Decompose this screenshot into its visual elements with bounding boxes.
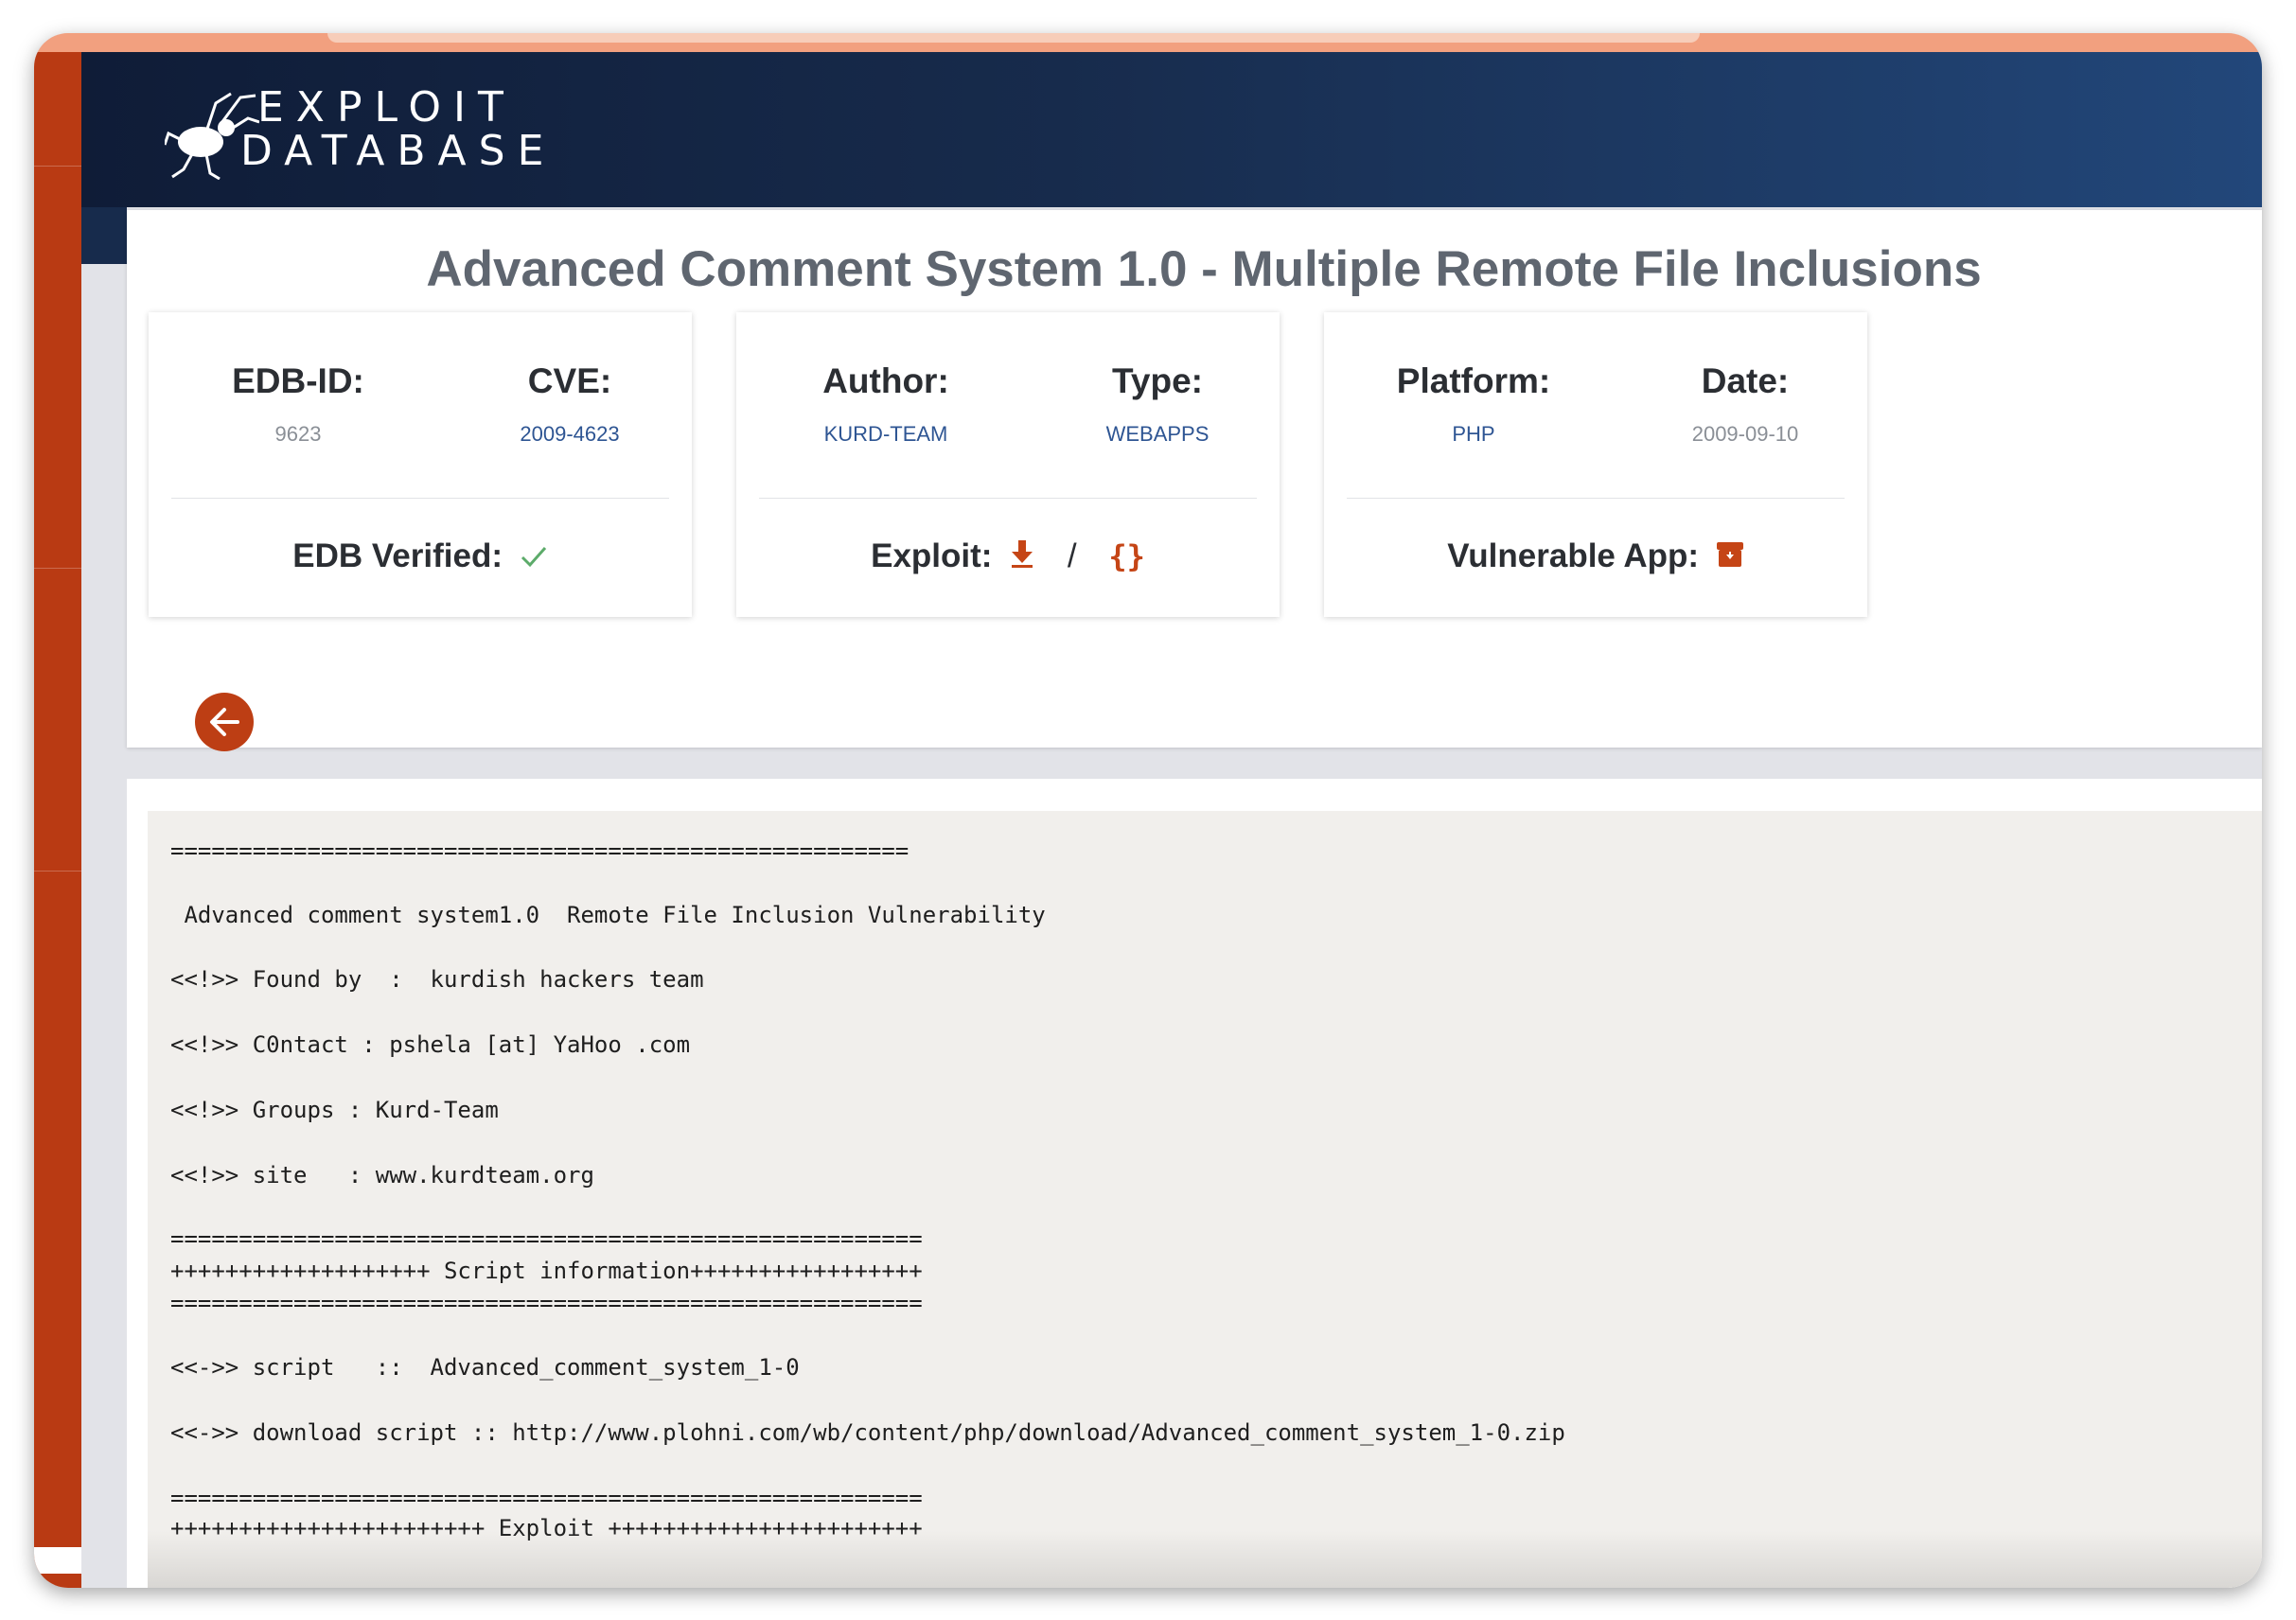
site-header: EXPLOIT DATABASE: [81, 52, 2262, 207]
author-label: Author:: [822, 361, 949, 400]
code-line: +++++++++++++++++++ Script information++…: [170, 1258, 923, 1284]
date-label: Date:: [1701, 361, 1790, 400]
code-line: <<!>> site : www.kurdteam.org: [170, 1162, 594, 1189]
code-line: <<!>> Groups : Kurd-Team: [170, 1097, 499, 1123]
platform-card: Platform: PHP Date: 2009-09-10 Vulnerabl…: [1324, 312, 1867, 617]
exploit-label: Exploit:: [871, 537, 993, 574]
id-card: EDB-ID: 9623 CVE: 2009-4623 EDB Verified…: [149, 312, 692, 617]
type-link[interactable]: WEBAPPS: [1034, 422, 1280, 447]
vulnerable-app-label: Vulnerable App:: [1447, 537, 1700, 574]
code-line: Advanced comment system1.0 Remote File I…: [170, 902, 1046, 928]
code-line: <<!>> Found by : kurdish hackers team: [170, 966, 704, 993]
cve-link[interactable]: 2009-4623: [447, 422, 693, 447]
logo-line1: EXPLOIT: [257, 83, 516, 132]
code-line: <<->> download script :: http://www.ploh…: [170, 1419, 1565, 1446]
code-line: ========================================…: [170, 1225, 923, 1252]
author-link[interactable]: KURD-TEAM: [763, 422, 1009, 447]
edb-verified-label: EDB Verified:: [292, 537, 503, 574]
code-block[interactable]: ========================================…: [148, 811, 2262, 1588]
logo-line2: DATABASE: [240, 127, 556, 175]
check-icon: [520, 539, 548, 577]
arrow-left-icon: [210, 708, 239, 736]
author-card: Author: KURD-TEAM Type: WEBAPPS Exploit:…: [736, 312, 1280, 617]
cve-label: CVE:: [527, 361, 612, 400]
code-line: <<->> script :: Advanced_comment_system_…: [170, 1354, 800, 1381]
code-line: ========================================…: [170, 837, 910, 864]
browser-window: EXPLOIT DATABASE Advanced Comment System…: [34, 33, 2262, 1588]
sidebar: [34, 52, 81, 1588]
code-line: ========================================…: [170, 1290, 923, 1316]
top-strip: [34, 33, 2262, 52]
code-line: ========================================…: [170, 1485, 923, 1511]
edb-id-label: EDB-ID:: [232, 361, 364, 400]
separator: /: [1067, 537, 1077, 574]
edb-id-value: 9623: [274, 422, 322, 446]
archive-icon[interactable]: [1716, 539, 1744, 577]
date-value: 2009-09-10: [1691, 422, 1799, 446]
platform-link[interactable]: PHP: [1351, 422, 1597, 447]
back-button[interactable]: [195, 693, 254, 751]
page-title: Advanced Comment System 1.0 - Multiple R…: [426, 241, 1982, 297]
platform-label: Platform:: [1396, 361, 1551, 400]
download-icon[interactable]: [1009, 538, 1035, 577]
sidebar-indicator: [34, 1547, 81, 1574]
exploit-code-panel: ========================================…: [127, 779, 2262, 1588]
exploit-database-logo[interactable]: EXPLOIT DATABASE: [165, 80, 543, 185]
view-raw-icon[interactable]: {}: [1108, 538, 1145, 574]
type-label: Type:: [1112, 361, 1203, 400]
code-line: <<!>> C0ntact : pshela [at] YaHoo .com: [170, 1031, 691, 1058]
exploit-info-panel: Advanced Comment System 1.0 - Multiple R…: [127, 210, 2262, 751]
